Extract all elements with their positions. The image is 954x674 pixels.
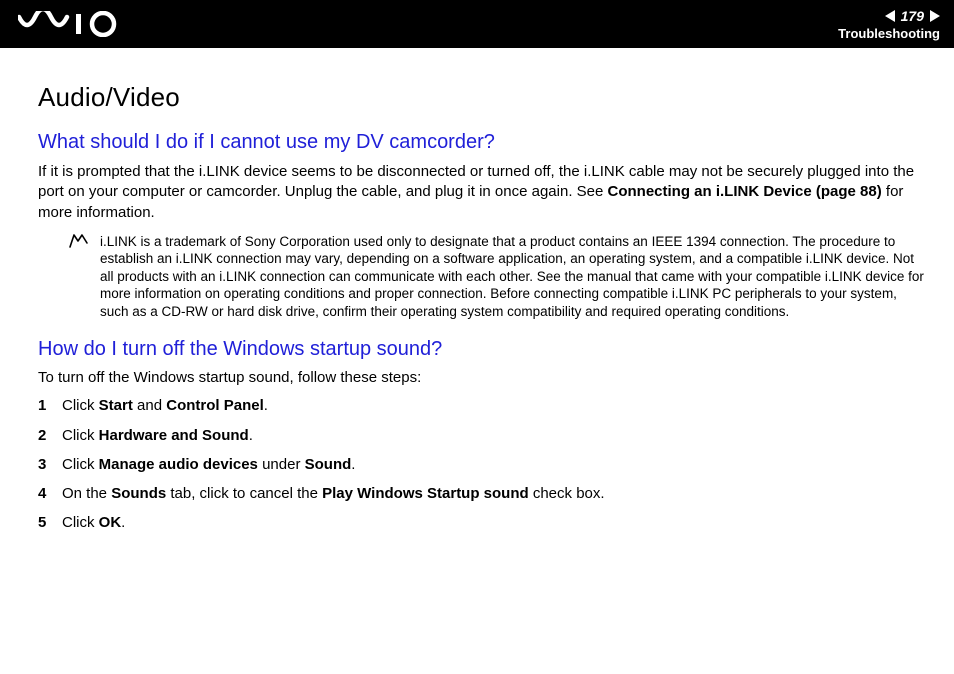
list-item: Click Start and Control Panel. xyxy=(38,396,926,416)
header-nav: 179 Troubleshooting xyxy=(838,8,940,41)
list-item: Click OK. xyxy=(38,513,926,533)
document-page: 179 Troubleshooting Audio/Video What sho… xyxy=(0,0,954,674)
section-label: Troubleshooting xyxy=(838,26,940,41)
ui-term: Hardware and Sound xyxy=(99,427,249,444)
page-content: Audio/Video What should I do if I cannot… xyxy=(0,48,954,674)
text: . xyxy=(351,456,355,473)
answer-paragraph-1: If it is prompted that the i.LINK device… xyxy=(38,162,926,223)
ui-term: OK xyxy=(99,514,122,531)
note-text: i.LINK is a trademark of Sony Corporatio… xyxy=(100,233,926,321)
text: check box. xyxy=(529,485,605,502)
text: On the xyxy=(62,485,111,502)
ui-term: Sound xyxy=(305,456,352,473)
vaio-logo xyxy=(18,11,128,37)
text: and xyxy=(133,397,166,414)
next-page-arrow-icon[interactable] xyxy=(930,10,940,22)
text: Click xyxy=(62,427,99,444)
text: . xyxy=(264,397,268,414)
steps-list: Click Start and Control Panel. Click Har… xyxy=(38,396,926,533)
note-icon xyxy=(68,233,90,321)
ui-term: Play Windows Startup sound xyxy=(322,485,529,502)
page-navigator: 179 xyxy=(885,8,940,24)
steps-intro: To turn off the Windows startup sound, f… xyxy=(38,369,926,386)
list-item: Click Manage audio devices under Sound. xyxy=(38,455,926,475)
ui-term: Start xyxy=(99,397,133,414)
text: under xyxy=(258,456,305,473)
vaio-logo-icon xyxy=(18,11,128,37)
ui-term: Control Panel xyxy=(166,397,264,414)
text: Click xyxy=(62,514,99,531)
question-heading-2: How do I turn off the Windows startup so… xyxy=(38,338,926,361)
text: Click xyxy=(62,456,99,473)
text: tab, click to cancel the xyxy=(166,485,322,502)
text: Click xyxy=(62,397,99,414)
list-item: On the Sounds tab, click to cancel the P… xyxy=(38,484,926,504)
prev-page-arrow-icon[interactable] xyxy=(885,10,895,22)
header-bar: 179 Troubleshooting xyxy=(0,0,954,48)
text: . xyxy=(249,427,253,444)
page-title: Audio/Video xyxy=(38,82,926,113)
link-reference[interactable]: Connecting an i.LINK Device (page 88) xyxy=(608,183,882,200)
ui-term: Sounds xyxy=(111,485,166,502)
question-heading-1: What should I do if I cannot use my DV c… xyxy=(38,131,926,154)
list-item: Click Hardware and Sound. xyxy=(38,426,926,446)
page-number: 179 xyxy=(901,8,924,24)
ui-term: Manage audio devices xyxy=(99,456,258,473)
text: . xyxy=(121,514,125,531)
note-block: i.LINK is a trademark of Sony Corporatio… xyxy=(68,233,926,321)
